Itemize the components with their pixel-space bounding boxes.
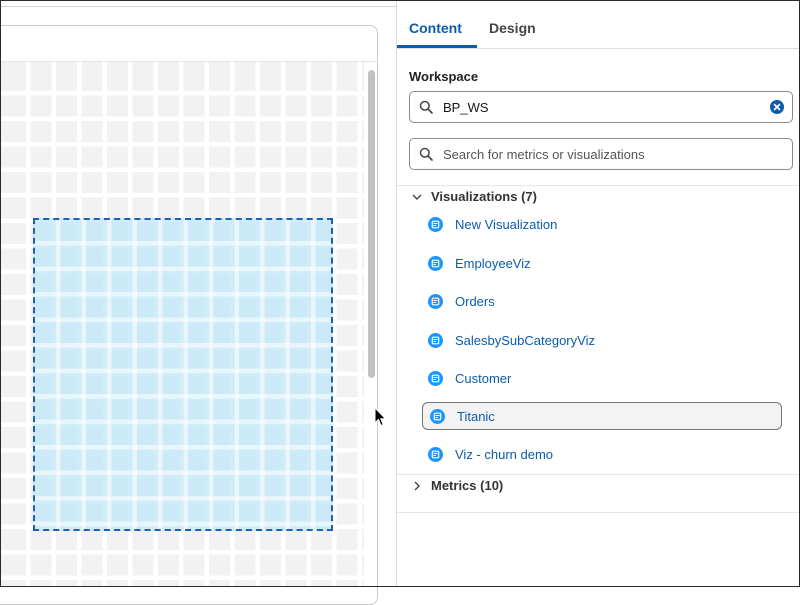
metrics-group-label: Metrics (10) [431,478,504,493]
panel-tabs: Content Design [397,0,800,49]
visualizations-group-label: Visualizations (7) [431,189,537,204]
chevron-down-icon [412,194,422,200]
workspace-label: Workspace [409,69,479,84]
viz-item-label: Titanic [457,408,495,424]
tab-content[interactable]: Content [409,20,462,36]
metrics-group-toggle[interactable]: Metrics (10) [411,478,503,493]
viz-item-label: Customer [455,370,512,386]
search-placeholder: Search for metrics or visualizations [443,147,645,162]
content-panel: Content Design Workspace BP_WS Search fo… [396,0,800,587]
active-tab-indicator [397,45,477,48]
visualization-icon [428,216,443,232]
chevron-right-icon [414,481,420,490]
viz-item-salesbysubcategoryviz[interactable]: SalesbySubCategoryViz [421,326,781,354]
viz-item-label: New Visualization [455,216,558,232]
viz-item-label: SalesbySubCategoryViz [455,332,595,348]
viz-item-label: Viz - churn demo [455,446,554,462]
search-icon [419,147,433,161]
divider [397,474,800,475]
viz-item-orders[interactable]: Orders [421,287,781,315]
canvas-scrollbar-thumb[interactable] [368,70,375,378]
workspace-value: BP_WS [443,100,489,115]
tab-design[interactable]: Design [489,20,536,36]
viz-item-label: EmployeeViz [455,255,531,271]
viz-item-titanic[interactable]: Titanic [422,402,782,430]
visualization-icon [428,370,443,386]
clear-workspace-button[interactable] [770,100,784,114]
viz-item-employeeviz[interactable]: EmployeeViz [421,249,781,277]
search-input[interactable]: Search for metrics or visualizations [409,138,793,170]
divider [397,185,800,186]
workspace-combobox[interactable]: BP_WS [409,91,793,123]
visualization-icon [428,446,443,462]
viz-item-customer[interactable]: Customer [421,364,781,392]
visualization-icon [430,408,445,424]
clear-icon [773,103,781,111]
top-divider [0,6,396,7]
drop-target-selection[interactable] [33,218,333,531]
viz-item-new-visualization[interactable]: New Visualization [421,210,781,238]
viz-item-viz-churn-demo[interactable]: Viz - churn demo [421,440,781,468]
viz-item-label: Orders [455,293,495,309]
mouse-cursor-icon [374,407,386,427]
visualizations-group-toggle[interactable]: Visualizations (7) [411,189,537,204]
visualization-icon [428,255,443,271]
divider [397,512,800,513]
visualization-icon [428,293,443,309]
search-icon [419,100,433,114]
visualization-icon [428,332,443,348]
